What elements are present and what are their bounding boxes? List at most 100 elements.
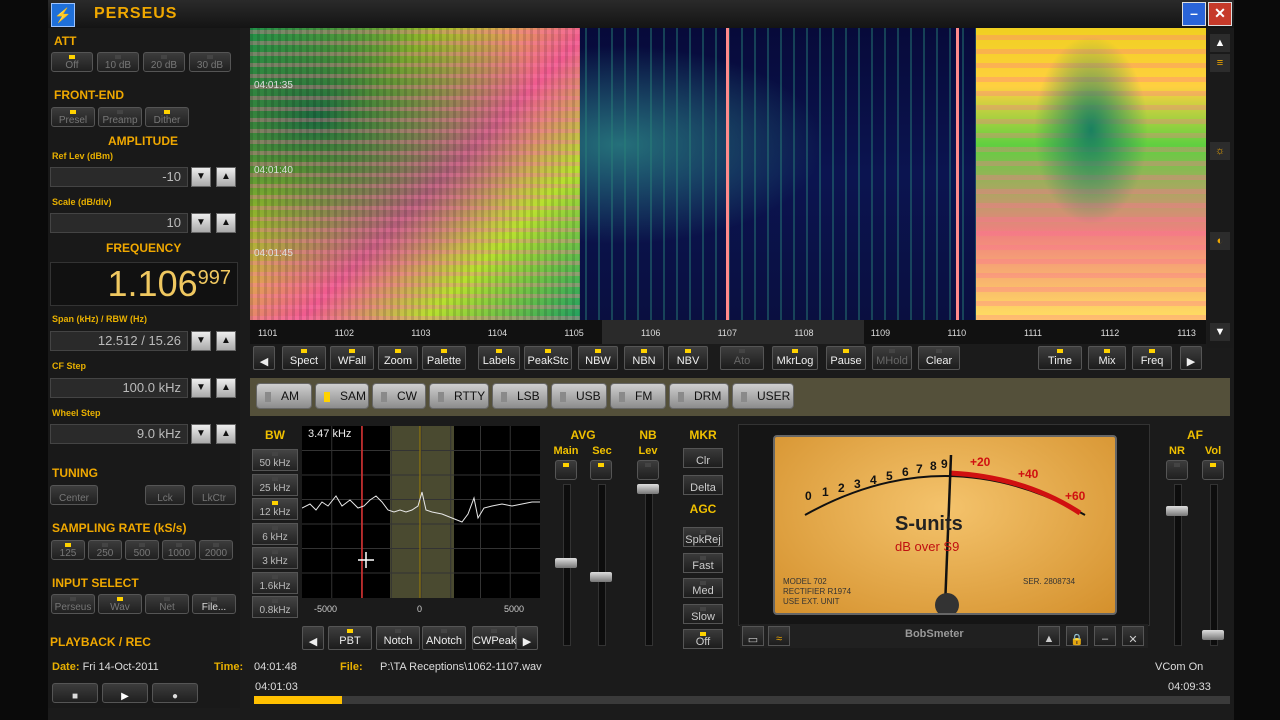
- mode-rtty[interactable]: RTTY: [429, 383, 489, 409]
- vol-toggle[interactable]: [1202, 460, 1224, 480]
- input-button-0[interactable]: Perseus: [51, 594, 95, 614]
- att-button-1[interactable]: 10 dB: [97, 52, 139, 72]
- toolbar-button-nbn[interactable]: NBN: [624, 346, 664, 370]
- mode-fm[interactable]: FM: [610, 383, 666, 409]
- att-button-0[interactable]: Off: [51, 52, 93, 72]
- agc-button-spkrej[interactable]: SpkRej: [683, 527, 723, 547]
- bw-button-4[interactable]: 3 kHz: [252, 547, 298, 569]
- frontend-button-2[interactable]: Dither: [145, 107, 189, 127]
- span-up-icon[interactable]: ▲: [216, 331, 236, 351]
- toolbar-button-palette[interactable]: Palette: [422, 346, 466, 370]
- toolbar-button-mkrlog[interactable]: MkrLog: [772, 346, 818, 370]
- spectrum-left-arrow-icon[interactable]: ◀: [302, 626, 324, 650]
- toolbar-button-ato[interactable]: Ato: [720, 346, 764, 370]
- playback-progress-track[interactable]: [254, 696, 1230, 704]
- contrast-icon[interactable]: ◐: [1210, 232, 1230, 250]
- mode-cw[interactable]: CW: [372, 383, 426, 409]
- avg-sec-slider[interactable]: [590, 572, 612, 582]
- toolbar-button-nbw[interactable]: NBW: [578, 346, 618, 370]
- bw-button-6[interactable]: 0.8kHz: [252, 596, 298, 618]
- ref-level-up-icon[interactable]: ▲: [216, 167, 236, 187]
- minimize-button[interactable]: –: [1182, 2, 1206, 26]
- mode-usb[interactable]: USB: [551, 383, 607, 409]
- spectrum-button-notch[interactable]: Notch: [376, 626, 420, 650]
- toolbar-button-mix[interactable]: Mix: [1088, 346, 1126, 370]
- cf-step-field[interactable]: 100.0 kHz: [50, 378, 188, 398]
- toolbar-button-wfall[interactable]: WFall: [330, 346, 374, 370]
- span-down-icon[interactable]: ▼: [191, 331, 211, 351]
- toolbar-button-mhold[interactable]: MHold: [872, 346, 912, 370]
- bw-button-1[interactable]: 25 kHz: [252, 473, 298, 496]
- toolbar-button-nbv[interactable]: NBV: [668, 346, 708, 370]
- smeter-close-icon[interactable]: ✕: [1122, 626, 1144, 646]
- app-icon[interactable]: ⚡: [51, 3, 75, 27]
- play-icon[interactable]: ▶: [102, 683, 148, 703]
- toolbar-button-clear[interactable]: Clear: [918, 346, 960, 370]
- bw-button-5[interactable]: 1.6kHz: [252, 571, 298, 594]
- audio-spectrum[interactable]: 3.47 kHz -5000 0 5000: [301, 426, 540, 614]
- sampling-button-2[interactable]: 500: [125, 540, 159, 560]
- toolbar-left-arrow-icon[interactable]: ◀: [253, 346, 275, 370]
- input-button-2[interactable]: Net: [145, 594, 189, 614]
- mode-lsb[interactable]: LSB: [492, 383, 548, 409]
- mkr-delta-button[interactable]: Delta: [683, 475, 723, 495]
- toolbar-button-labels[interactable]: Labels: [478, 346, 520, 370]
- cf-step-up-icon[interactable]: ▲: [216, 378, 236, 398]
- att-button-2[interactable]: 20 dB: [143, 52, 185, 72]
- nb-slider[interactable]: [637, 484, 659, 494]
- bw-button-0[interactable]: 50 kHz: [252, 449, 298, 471]
- tuning-lockcenter-button[interactable]: LkCtr: [192, 485, 236, 505]
- agc-button-med[interactable]: Med: [683, 578, 723, 598]
- vol-track[interactable]: [1210, 484, 1218, 646]
- ref-level-field[interactable]: -10: [50, 167, 188, 187]
- avg-sec-toggle[interactable]: [590, 460, 612, 480]
- span-field[interactable]: 12.512 / 15.26: [50, 331, 188, 351]
- agc-button-fast[interactable]: Fast: [683, 552, 723, 573]
- waterfall-display[interactable]: 04:01:35 04:01:40 04:01:45: [250, 28, 1206, 320]
- toolbar-button-zoom[interactable]: Zoom: [378, 346, 418, 370]
- sampling-button-1[interactable]: 250: [88, 540, 122, 560]
- toolbar-button-spect[interactable]: Spect: [282, 346, 326, 370]
- agc-button-slow[interactable]: Slow: [683, 603, 723, 624]
- sampling-button-3[interactable]: 1000: [162, 540, 196, 560]
- brightness-icon[interactable]: ☼: [1210, 142, 1230, 160]
- sampling-button-0[interactable]: 125: [51, 540, 85, 560]
- toolbar-button-time[interactable]: Time: [1038, 346, 1082, 370]
- cf-step-down-icon[interactable]: ▼: [191, 378, 211, 398]
- scale-field[interactable]: 10: [50, 213, 188, 233]
- frontend-button-1[interactable]: Preamp: [98, 107, 142, 127]
- bw-button-2[interactable]: 12 kHz: [252, 498, 298, 520]
- bw-button-3[interactable]: 6 kHz: [252, 522, 298, 545]
- mode-sam[interactable]: SAM: [315, 383, 369, 409]
- tuning-lock-button[interactable]: Lck: [145, 485, 185, 505]
- att-button-3[interactable]: 30 dB: [189, 52, 231, 72]
- smeter-up-icon[interactable]: ▲: [1038, 626, 1060, 646]
- waterfall-scrollbar[interactable]: [1207, 28, 1233, 348]
- smeter-window-icon[interactable]: ▭: [742, 626, 764, 646]
- mode-am[interactable]: AM: [256, 383, 312, 409]
- wheel-step-up-icon[interactable]: ▲: [216, 424, 236, 444]
- scale-up-icon[interactable]: ▲: [216, 213, 236, 233]
- frequency-display[interactable]: 1.106997: [50, 262, 238, 306]
- scale-down-icon[interactable]: ▼: [191, 213, 211, 233]
- toolbar-button-freq[interactable]: Freq: [1132, 346, 1172, 370]
- avg-main-toggle[interactable]: [555, 460, 577, 480]
- stop-icon[interactable]: ■: [52, 683, 98, 703]
- mode-user[interactable]: USER: [732, 383, 794, 409]
- close-icon[interactable]: ✕: [1208, 2, 1232, 26]
- nr-toggle[interactable]: [1166, 460, 1188, 480]
- vol-slider[interactable]: [1202, 630, 1224, 640]
- frequency-axis[interactable]: 1101 1102 1103 1104 1105 1106 1107 1108 1109 1110…: [250, 320, 1206, 344]
- ref-level-down-icon[interactable]: ▼: [191, 167, 211, 187]
- speed-slider-icon[interactable]: ≡: [1210, 54, 1230, 72]
- record-icon[interactable]: ●: [152, 683, 198, 703]
- wheel-step-field[interactable]: 9.0 kHz: [50, 424, 188, 444]
- mode-drm[interactable]: DRM: [669, 383, 729, 409]
- avg-sec-track[interactable]: [598, 484, 606, 646]
- smeter-signal-icon[interactable]: ≈: [768, 626, 790, 646]
- sampling-button-4[interactable]: 2000: [199, 540, 233, 560]
- input-button-3[interactable]: File...: [192, 594, 236, 614]
- scroll-down-icon[interactable]: ▼: [1210, 323, 1230, 341]
- mkr-clear-button[interactable]: Clr: [683, 448, 723, 468]
- nb-track[interactable]: [645, 484, 653, 646]
